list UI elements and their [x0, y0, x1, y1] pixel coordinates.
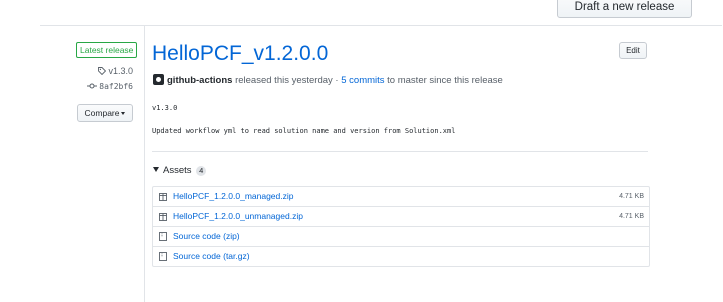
compare-button[interactable]: Compare — [77, 104, 133, 122]
assets-toggle[interactable]: Assets 4 — [153, 165, 207, 176]
asset-link[interactable]: HelloPCF_1.2.0.0_managed.zip — [173, 187, 294, 206]
file-zip-icon — [159, 232, 167, 241]
git-commit-icon — [87, 83, 98, 89]
author-link[interactable]: github-actions — [167, 75, 232, 86]
triangle-down-icon — [153, 167, 159, 172]
tag-label: v1.3.0 — [108, 66, 133, 76]
release-meta: github-actions released this yesterday ·… — [153, 74, 503, 87]
latest-release-badge: Latest release — [76, 42, 138, 58]
draft-new-release-button[interactable]: Draft a new release — [557, 0, 692, 18]
chevron-down-icon — [121, 112, 126, 116]
tag-link[interactable]: v1.3.0 — [98, 66, 133, 76]
avatar[interactable] — [153, 74, 164, 85]
package-icon — [159, 213, 167, 221]
released-text: released this yesterday · — [235, 75, 339, 86]
asset-size: 4.71 KB — [619, 193, 644, 200]
package-icon — [159, 193, 167, 201]
asset-link[interactable]: Source code (zip) — [173, 227, 240, 246]
assets-list: HelloPCF_1.2.0.0_managed.zip 4.71 KB Hel… — [152, 186, 650, 267]
asset-row[interactable]: HelloPCF_1.2.0.0_unmanaged.zip 4.71 KB — [153, 206, 649, 226]
asset-row[interactable]: HelloPCF_1.2.0.0_managed.zip 4.71 KB — [153, 187, 649, 206]
since-text: to master since this release — [387, 75, 503, 86]
header-divider — [40, 25, 722, 26]
release-description: Updated workflow yml to read solution na… — [152, 127, 456, 135]
asset-format: (tar.gz) — [223, 251, 250, 261]
edit-button[interactable]: Edit — [619, 42, 647, 59]
asset-format: (zip) — [223, 231, 240, 241]
commits-link[interactable]: 5 commits — [341, 75, 384, 86]
release-title[interactable]: HelloPCF_v1.2.0.0 — [152, 41, 328, 67]
asset-size: 4.71 KB — [619, 213, 644, 220]
timeline-line — [144, 26, 145, 302]
asset-link[interactable]: Source code (tar.gz) — [173, 247, 250, 266]
asset-row[interactable]: Source code (tar.gz) — [153, 246, 649, 266]
commit-link[interactable]: 8af2bf6 — [87, 82, 133, 91]
commit-sha: 8af2bf6 — [99, 82, 133, 91]
body-divider — [152, 151, 648, 152]
asset-row[interactable]: Source code (zip) — [153, 226, 649, 246]
assets-label: Assets — [163, 165, 192, 176]
file-zip-icon — [159, 252, 167, 261]
asset-link[interactable]: HelloPCF_1.2.0.0_unmanaged.zip — [173, 207, 303, 226]
assets-count-badge: 4 — [196, 166, 207, 176]
compare-label: Compare — [84, 108, 120, 118]
tag-icon — [98, 67, 107, 76]
asset-name: Source code — [173, 251, 221, 261]
asset-name: Source code — [173, 231, 221, 241]
release-version-line: v1.3.0 — [152, 104, 178, 112]
